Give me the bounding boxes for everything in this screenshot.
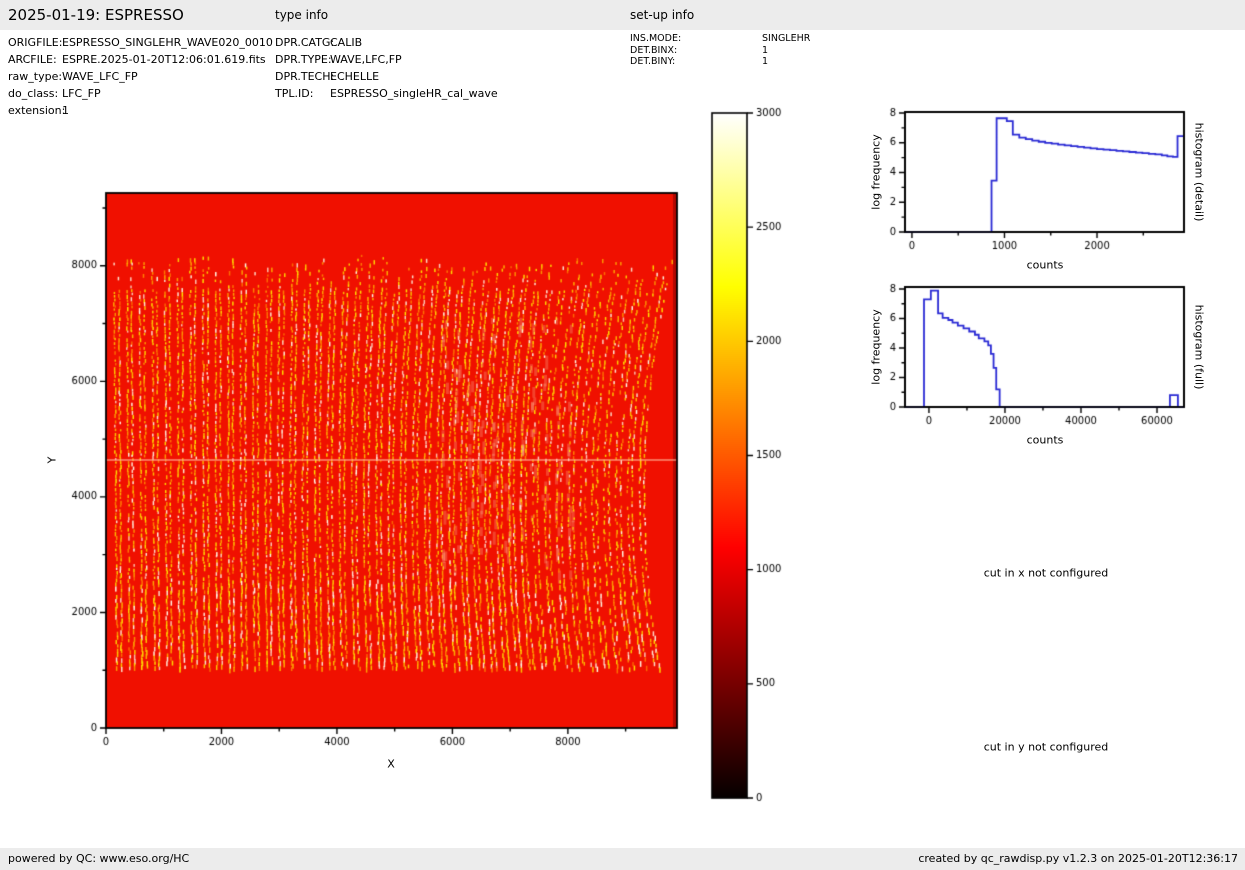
meta-label: DET.BINY:	[630, 56, 762, 68]
type-info-block: DPR.CATG:CALIBDPR.TYPE:WAVE,LFC,FPDPR.TE…	[275, 34, 498, 102]
meta-value: ECHELLE	[330, 68, 379, 85]
meta-value: ESPRE.2025-01-20T12:06:01.619.fits	[62, 51, 266, 68]
type-info-heading: type info	[275, 0, 328, 31]
hist-full-y-label: log frequency	[870, 309, 883, 384]
cut-y-message: cut in y not configured	[984, 741, 1109, 754]
setup-info-block: INS.MODE:SINGLEHRDET.BINX:1DET.BINY:1	[630, 33, 810, 68]
meta-value: WAVE,LFC,FP	[330, 51, 402, 68]
histogram-full-plot	[870, 274, 1195, 439]
meta-value: 1	[62, 102, 69, 119]
qc-report-page: 2025-01-19: ESPRESSO type info set-up in…	[0, 0, 1245, 870]
setup-info-heading: set-up info	[630, 0, 694, 31]
meta-value: ESPRESSO_singleHR_cal_wave	[330, 85, 498, 102]
meta-row: raw_type:WAVE_LFC_FP	[8, 68, 273, 85]
file-info-block: ORIGFILE:ESPRESSO_SINGLEHR_WAVE020_0010A…	[8, 34, 273, 119]
meta-label: DPR.TYPE:	[275, 51, 330, 68]
meta-label: INS.MODE:	[630, 33, 762, 45]
meta-value: SINGLEHR	[762, 33, 810, 45]
meta-row: DPR.TECH:ECHELLE	[275, 68, 498, 85]
meta-label: extension:	[8, 102, 62, 119]
meta-label: raw_type:	[8, 68, 62, 85]
hist-detail-right-label: histogram (detail)	[1193, 123, 1206, 222]
meta-row: ORIGFILE:ESPRESSO_SINGLEHR_WAVE020_0010	[8, 34, 273, 51]
hist-detail-x-label: counts	[1027, 259, 1064, 272]
meta-label: ARCFILE:	[8, 51, 62, 68]
meta-row: INS.MODE:SINGLEHR	[630, 33, 810, 45]
header-bar: 2025-01-19: ESPRESSO type info set-up in…	[0, 0, 1245, 30]
footer-created-by: created by qc_rawdisp.py v1.2.3 on 2025-…	[918, 848, 1238, 870]
meta-value: LFC_FP	[62, 85, 101, 102]
meta-label: TPL.ID:	[275, 85, 330, 102]
main-y-axis-label: Y	[46, 457, 59, 464]
meta-value: ESPRESSO_SINGLEHR_WAVE020_0010	[62, 34, 273, 51]
meta-label: ORIGFILE:	[8, 34, 62, 51]
meta-value: WAVE_LFC_FP	[62, 68, 138, 85]
meta-label: DPR.CATG:	[275, 34, 330, 51]
histogram-detail-plot	[870, 99, 1195, 264]
meta-label: DPR.TECH:	[275, 68, 330, 85]
meta-value: 1	[762, 45, 768, 57]
meta-row: extension:1	[8, 102, 273, 119]
meta-row: DET.BINY:1	[630, 56, 810, 68]
cut-x-message: cut in x not configured	[984, 567, 1109, 580]
footer-powered-by: powered by QC: www.eso.org/HC	[8, 848, 189, 870]
colorbar	[700, 103, 805, 818]
meta-row: DPR.TYPE:WAVE,LFC,FP	[275, 51, 498, 68]
meta-value: CALIB	[330, 34, 362, 51]
footer-bar: powered by QC: www.eso.org/HC created by…	[0, 848, 1245, 870]
raw-frame-heatmap	[40, 180, 691, 775]
meta-label: DET.BINX:	[630, 45, 762, 57]
meta-row: DPR.CATG:CALIB	[275, 34, 498, 51]
meta-row: DET.BINX:1	[630, 45, 810, 57]
hist-full-x-label: counts	[1027, 434, 1064, 447]
main-x-axis-label: X	[387, 758, 395, 771]
hist-full-right-label: histogram (full)	[1193, 305, 1206, 390]
meta-value: 1	[762, 56, 768, 68]
meta-row: do_class:LFC_FP	[8, 85, 273, 102]
meta-label: do_class:	[8, 85, 62, 102]
hist-detail-y-label: log frequency	[870, 134, 883, 209]
meta-row: ARCFILE:ESPRE.2025-01-20T12:06:01.619.fi…	[8, 51, 273, 68]
page-title: 2025-01-19: ESPRESSO	[8, 0, 184, 30]
meta-row: TPL.ID:ESPRESSO_singleHR_cal_wave	[275, 85, 498, 102]
